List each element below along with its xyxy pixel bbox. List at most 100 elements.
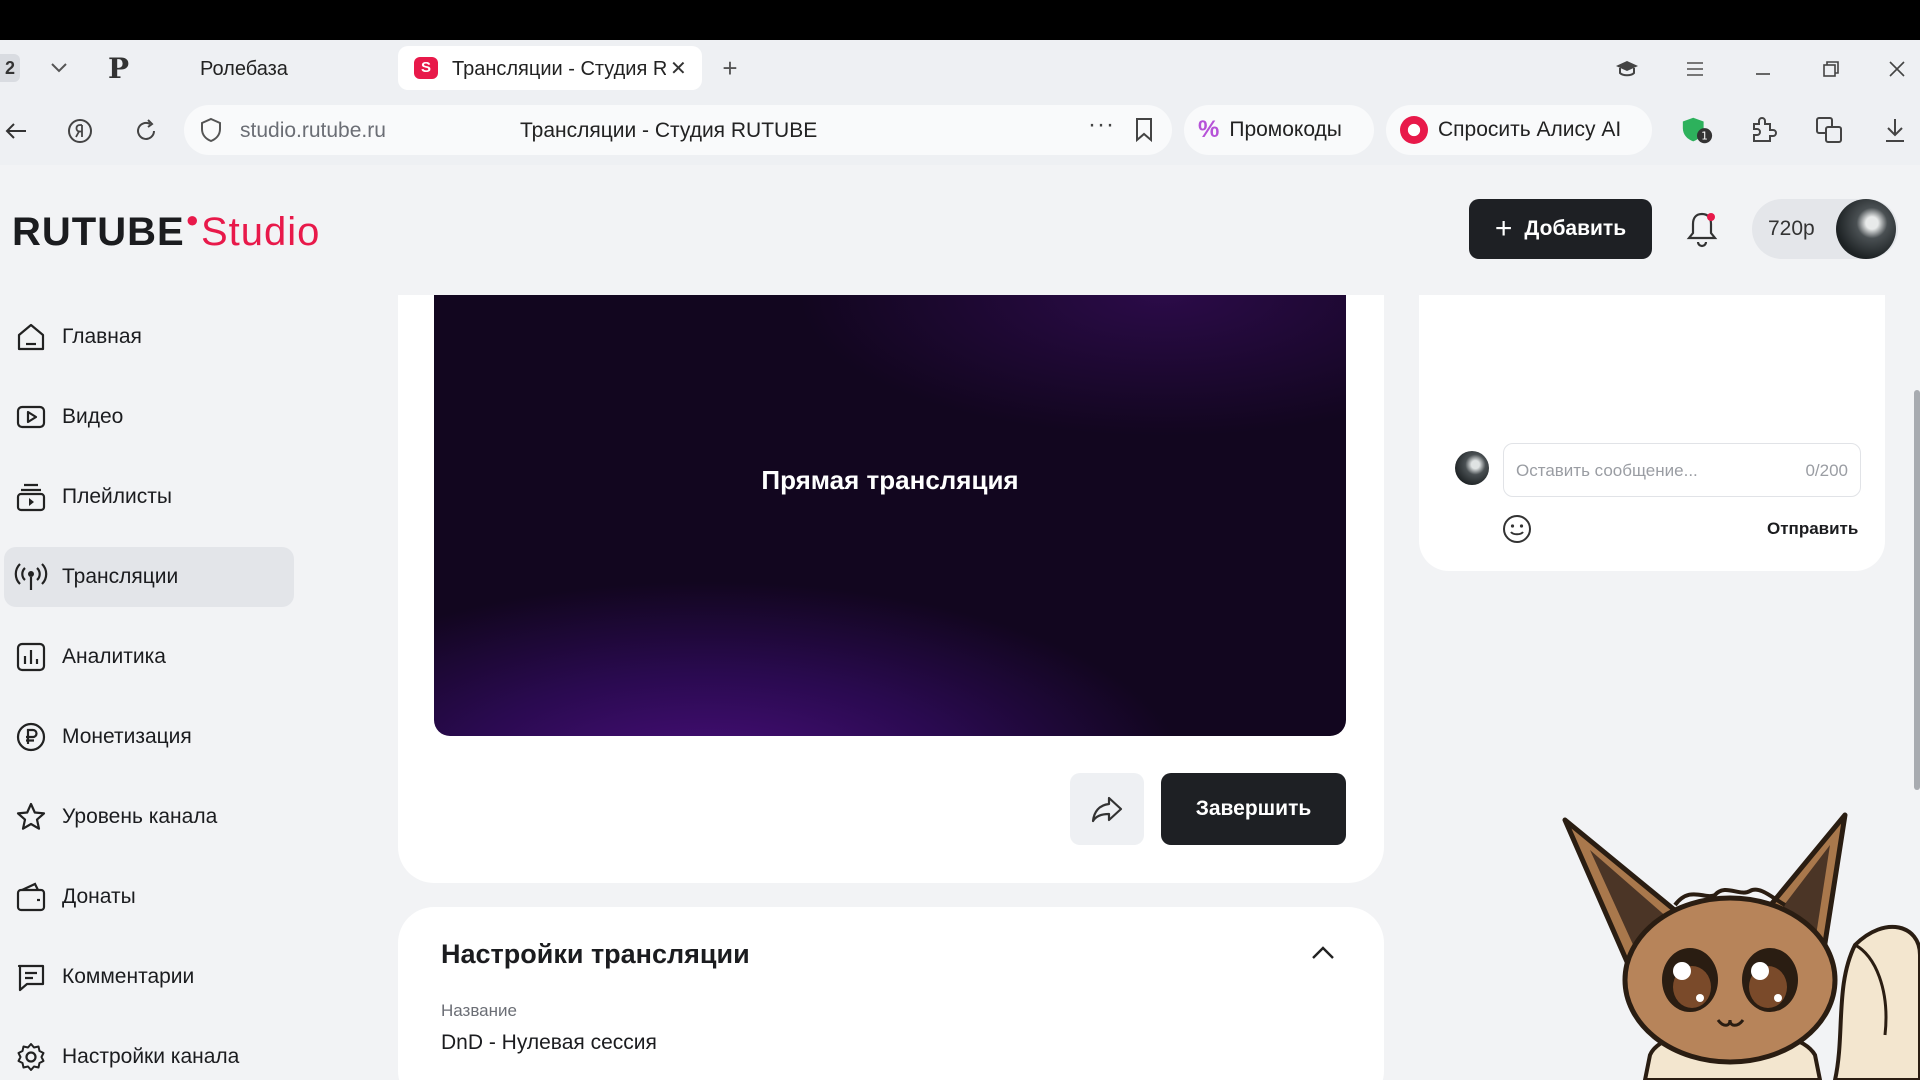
broadcast-settings-card: Настройки трансляции Название DnD - Нуле…	[398, 907, 1384, 1080]
tab-rolebaza[interactable]: Ролебаза	[200, 58, 288, 81]
sidebar-item-channel-settings[interactable]: Настройки канала	[4, 1027, 294, 1080]
ruble-icon	[14, 720, 48, 754]
comments-icon	[14, 960, 48, 994]
quality-label: 720p	[1768, 217, 1815, 240]
user-avatar[interactable]	[1836, 199, 1896, 259]
analytics-icon	[14, 640, 48, 674]
sidebar-item-broadcasts[interactable]: Трансляции	[4, 547, 294, 607]
sidebar-item-label: Главная	[62, 325, 142, 348]
bookmark-icon[interactable]	[1134, 117, 1154, 148]
gear-icon	[14, 1040, 48, 1074]
wallet-icon	[14, 880, 48, 914]
chevron-up-icon[interactable]	[1310, 945, 1336, 966]
tab-active-studio[interactable]: S Трансляции - Студия RUTUBE ✕	[398, 46, 702, 90]
chat-user-avatar	[1455, 451, 1489, 485]
reload-icon[interactable]	[130, 115, 162, 147]
browser-tab-bar: 2 P Ролебаза S Трансляции - Студия RUTUB…	[0, 40, 1920, 95]
sidebar-item-playlists[interactable]: Плейлисты	[4, 467, 294, 527]
notifications-bell-icon[interactable]	[1684, 209, 1720, 249]
new-tab-plus-icon[interactable]: +	[716, 53, 744, 83]
rolebaza-logo-icon[interactable]: P	[108, 52, 136, 85]
ask-alice-button[interactable]: Спросить Алису AI	[1386, 105, 1652, 155]
extension-badge: 1	[1701, 130, 1708, 142]
sidebar-item-label: Уровень канала	[62, 805, 218, 828]
share-button[interactable]	[1070, 773, 1144, 845]
broadcast-icon	[14, 560, 48, 594]
player-title: Прямая трансляция	[761, 465, 1019, 495]
sidebar-item-label: Настройки канала	[62, 1045, 240, 1068]
address-url: studio.rutube.ru	[240, 119, 386, 142]
share-arrow-icon	[1091, 796, 1123, 823]
tab-list-chevron-icon[interactable]	[44, 54, 74, 82]
playlist-icon	[14, 480, 48, 514]
logo-studio-text: Studio	[200, 210, 321, 254]
sidebar-item-donations[interactable]: Донаты	[4, 867, 294, 927]
sidebar-item-label: Аналитика	[62, 645, 166, 668]
sidebar: Главная Видео Плейлисты Трансляции Анали…	[0, 295, 300, 1080]
graduation-cap-icon[interactable]	[1612, 54, 1642, 84]
ask-alice-label: Спросить Алису AI	[1438, 118, 1622, 141]
eevee-mascot-icon	[1555, 805, 1920, 1080]
sidebar-item-video[interactable]: Видео	[4, 387, 294, 447]
tab-active-title: Трансляции - Студия RUTUBE	[452, 58, 666, 80]
browser-nav-bar: studio.rutube.ru Трансляции - Студия RUT…	[0, 95, 1920, 165]
chat-placeholder: Оставить сообщение...	[1516, 461, 1698, 480]
sidebar-item-label: Донаты	[62, 885, 136, 908]
alice-icon	[1400, 116, 1428, 144]
finish-broadcast-button[interactable]: Завершить	[1161, 773, 1346, 845]
sidebar-item-channel-level[interactable]: Уровень канала	[4, 787, 294, 847]
page-scrollbar[interactable]	[1914, 390, 1920, 790]
sidebar-item-monetization[interactable]: Монетизация	[4, 707, 294, 767]
rutube-favicon-icon: S	[414, 57, 438, 79]
percent-icon: %	[1198, 116, 1220, 143]
address-page-title: Трансляции - Студия RUTUBE	[520, 119, 818, 142]
sidebar-item-comments[interactable]: Комментарии	[4, 947, 294, 1007]
shield-icon[interactable]	[200, 117, 222, 148]
window-close-icon[interactable]	[1882, 54, 1912, 84]
settings-title: Настройки трансляции	[441, 939, 750, 969]
chat-panel: Оставить сообщение... 0/200 Отправить	[1419, 295, 1885, 571]
window-restore-icon[interactable]	[1816, 54, 1846, 84]
studio-header: RUTUBE●Studio + Добавить 720p	[0, 165, 1920, 295]
download-icon[interactable]	[1878, 113, 1912, 147]
promocodes-button[interactable]: % Промокоды	[1184, 105, 1374, 155]
more-dots-icon[interactable]: ···	[1088, 111, 1115, 139]
logo-rutube-text: RUTUBE	[12, 210, 185, 254]
add-button[interactable]: + Добавить	[1469, 199, 1652, 259]
sidebar-item-label: Комментарии	[62, 965, 195, 988]
sidebar-item-label: Видео	[62, 405, 124, 428]
name-field-value[interactable]: DnD - Нулевая сессия	[441, 1031, 657, 1055]
tab-count-badge[interactable]: 2	[0, 54, 20, 82]
sidebar-item-analytics[interactable]: Аналитика	[4, 627, 294, 687]
protect-extension-icon[interactable]: 1	[1680, 113, 1714, 147]
video-icon	[14, 400, 48, 434]
sidebar-item-home[interactable]: Главная	[4, 307, 294, 367]
plus-icon: +	[1494, 212, 1513, 245]
home-icon	[14, 320, 48, 354]
add-button-label: Добавить	[1524, 217, 1627, 240]
quality-selector[interactable]: 720p	[1752, 199, 1898, 259]
logo-dot-icon: ●	[185, 207, 200, 232]
address-bar[interactable]: studio.rutube.ru Трансляции - Студия RUT…	[184, 105, 1172, 155]
chat-message-input[interactable]: Оставить сообщение... 0/200	[1503, 443, 1861, 497]
chat-char-counter: 0/200	[1805, 461, 1848, 480]
chat-send-button[interactable]: Отправить	[1767, 519, 1858, 539]
sidebar-item-label: Монетизация	[62, 725, 192, 748]
window-minimize-icon[interactable]	[1748, 54, 1778, 84]
translate-icon[interactable]	[1812, 113, 1846, 147]
star-icon	[14, 800, 48, 834]
screen-top-strip	[0, 0, 1920, 40]
back-arrow-icon[interactable]	[0, 115, 32, 147]
yandex-home-icon[interactable]	[64, 115, 96, 147]
live-video-player[interactable]: Прямая трансляция	[434, 295, 1346, 736]
name-field-label: Название	[441, 1001, 517, 1020]
broadcast-card: Прямая трансляция Завершить	[398, 295, 1384, 883]
tab-close-icon[interactable]: ✕	[670, 56, 687, 81]
promocodes-label: Промокоды	[1229, 118, 1342, 141]
sidebar-item-label: Трансляции	[62, 565, 179, 588]
extensions-puzzle-icon[interactable]	[1746, 113, 1780, 147]
sidebar-item-label: Плейлисты	[62, 485, 172, 508]
emoji-smile-icon[interactable]	[1501, 513, 1533, 545]
menu-hamburger-icon[interactable]	[1680, 54, 1710, 84]
rutube-studio-logo[interactable]: RUTUBE●Studio	[12, 207, 320, 255]
